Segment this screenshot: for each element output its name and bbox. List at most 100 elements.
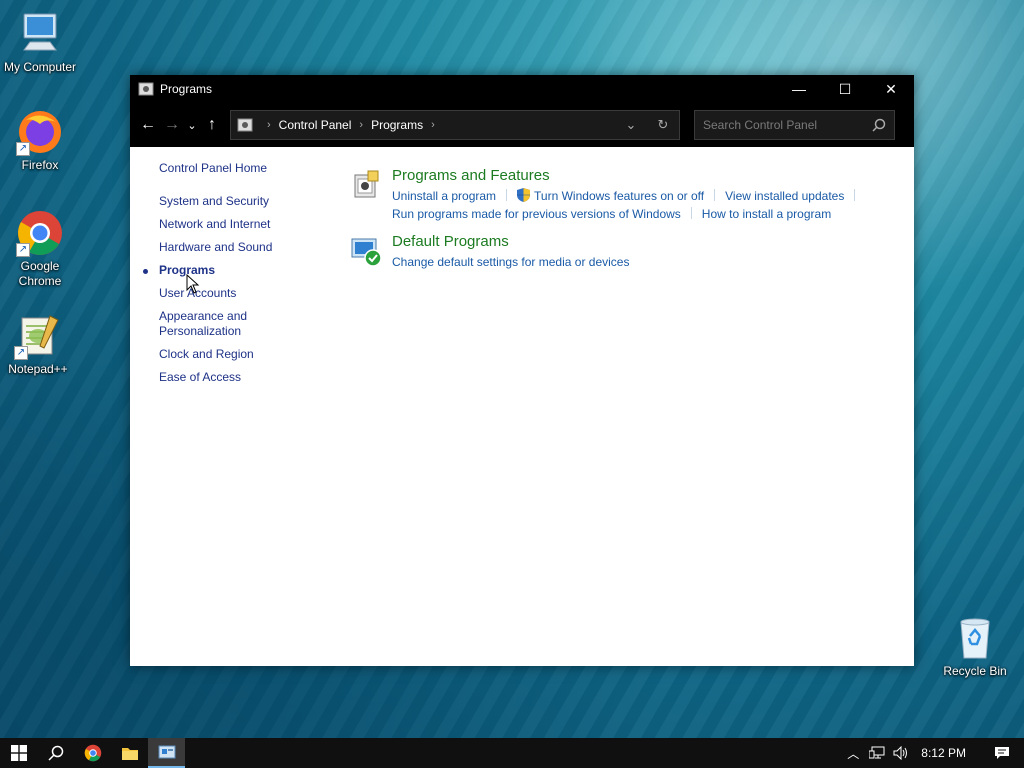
network-icon	[869, 746, 885, 759]
link-divider	[506, 189, 508, 201]
notification-icon	[995, 747, 1009, 759]
desktop-icon-label: Recycle Bin	[943, 664, 1007, 678]
back-button[interactable]: ←	[136, 113, 160, 137]
windows-logo-icon	[10, 745, 27, 761]
section-title[interactable]: Default Programs	[392, 233, 890, 251]
up-arrow-icon: ↑	[208, 116, 216, 133]
section-default-programs: Default Programs Change default settings…	[350, 233, 890, 271]
control-panel-icon	[237, 117, 253, 133]
nav-appearance-and-personalization[interactable]: Appearance and Personalization	[159, 309, 259, 339]
link-view-installed-updates[interactable]: View installed updates	[725, 187, 844, 205]
chrome-icon: ↗	[16, 209, 64, 257]
action-center-button[interactable]	[980, 738, 1024, 768]
computer-icon	[16, 10, 64, 58]
recent-locations-button[interactable]: ⌄	[184, 113, 200, 137]
link-turn-windows-features[interactable]: Turn Windows features on or off	[517, 187, 704, 205]
up-button[interactable]: ↑	[200, 113, 224, 137]
taskbar-clock[interactable]: 8:12 PM	[921, 746, 966, 760]
search-box[interactable]	[694, 110, 895, 140]
desktop-icon-chrome[interactable]: ↗ Google Chrome	[0, 209, 80, 289]
system-tray: ︿ 8:12 PM	[841, 738, 1024, 768]
maximize-icon: ☐	[838, 80, 852, 97]
control-panel-window: Programs — ☐ ✕ ← → ⌄ ↑ › Control Panel ›…	[130, 75, 914, 666]
folder-icon	[121, 748, 138, 760]
nav-system-and-security[interactable]: System and Security	[159, 194, 329, 209]
section-programs-and-features: Programs and Features Uninstall a progra…	[350, 167, 890, 223]
uac-shield-icon	[517, 188, 531, 202]
nav-clock-and-region[interactable]: Clock and Region	[159, 347, 329, 362]
nav-ease-of-access[interactable]: Ease of Access	[159, 370, 329, 385]
link-run-older-programs[interactable]: Run programs made for previous versions …	[392, 205, 681, 223]
nav-hardware-and-sound[interactable]: Hardware and Sound	[159, 240, 329, 255]
current-page-bullet	[143, 269, 148, 274]
desktop-icon-label: Firefox	[21, 158, 59, 172]
shortcut-arrow-icon: ↗	[16, 243, 30, 257]
nav-control-panel-home[interactable]: Control Panel Home	[159, 161, 329, 176]
minimize-icon: —	[792, 81, 806, 97]
taskbar-chrome[interactable]	[74, 738, 111, 768]
content-area: Control Panel Home System and Security N…	[130, 147, 914, 666]
window-title: Programs	[160, 82, 213, 96]
control-panel-icon	[158, 745, 175, 759]
address-bar[interactable]: › Control Panel › Programs › ⌄ ↻	[230, 110, 680, 140]
link-divider	[714, 189, 716, 201]
left-navigation: Control Panel Home System and Security N…	[143, 161, 329, 393]
link-change-default-settings[interactable]: Change default settings for media or dev…	[392, 253, 629, 271]
title-bar[interactable]: Programs — ☐ ✕	[130, 75, 914, 103]
main-panel: Programs and Features Uninstall a progra…	[350, 167, 890, 281]
forward-button[interactable]: →	[160, 113, 184, 137]
chrome-icon	[84, 744, 101, 762]
recycle-bin-icon	[951, 614, 999, 662]
search-icon[interactable]	[872, 118, 886, 132]
breadcrumb-programs[interactable]: Programs	[371, 118, 423, 132]
mouse-cursor-icon	[186, 274, 200, 294]
breadcrumb-control-panel[interactable]: Control Panel	[279, 118, 352, 132]
breadcrumb-separator-icon[interactable]: ›	[267, 119, 271, 131]
taskbar: ︿ 8:12 PM	[0, 738, 1024, 768]
shortcut-arrow-icon: ↗	[16, 142, 30, 156]
link-divider	[854, 189, 856, 201]
desktop-icon-label: Notepad++	[8, 362, 68, 376]
speaker-icon	[893, 746, 908, 760]
address-dropdown-icon[interactable]: ⌄	[615, 117, 647, 133]
volume-button[interactable]	[889, 738, 913, 768]
desktop-icon-label: Google Chrome	[18, 259, 62, 288]
taskbar-search-button[interactable]	[37, 738, 74, 768]
desktop-icon-firefox[interactable]: ↗ Firefox	[0, 108, 80, 173]
taskbar-file-explorer[interactable]	[111, 738, 148, 768]
desktop-icon-my-computer[interactable]: My Computer	[0, 10, 80, 75]
link-uninstall-program[interactable]: Uninstall a program	[392, 187, 496, 205]
nav-network-and-internet[interactable]: Network and Internet	[159, 217, 329, 232]
firefox-icon: ↗	[16, 108, 64, 156]
chevron-up-icon: ︿	[847, 746, 860, 761]
search-icon	[47, 745, 63, 761]
breadcrumb-separator-icon[interactable]: ›	[431, 119, 435, 131]
link-how-to-install[interactable]: How to install a program	[702, 205, 831, 223]
default-programs-icon[interactable]	[350, 235, 382, 267]
breadcrumb-separator-icon[interactable]: ›	[359, 119, 363, 131]
desktop-icon-label: My Computer	[3, 60, 77, 74]
network-button[interactable]	[865, 738, 889, 768]
programs-features-icon[interactable]	[350, 169, 382, 201]
navigation-bar: ← → ⌄ ↑ › Control Panel › Programs › ⌄ ↻	[130, 103, 914, 147]
nav-user-accounts[interactable]: User Accounts	[159, 286, 329, 301]
desktop-icon-notepadpp[interactable]: ↗ Notepad++	[0, 312, 78, 377]
close-button[interactable]: ✕	[868, 75, 914, 103]
section-title[interactable]: Programs and Features	[392, 167, 890, 185]
link-divider	[690, 207, 692, 219]
notepadpp-icon: ↗	[14, 312, 62, 360]
forward-arrow-icon: →	[164, 116, 180, 133]
chevron-down-icon: ⌄	[187, 119, 197, 132]
shortcut-arrow-icon: ↗	[14, 346, 28, 360]
start-button[interactable]	[0, 738, 37, 768]
taskbar-control-panel[interactable]	[148, 738, 185, 768]
nav-programs[interactable]: Programs	[143, 263, 329, 278]
minimize-button[interactable]: —	[776, 75, 822, 103]
maximize-button[interactable]: ☐	[822, 75, 868, 103]
back-arrow-icon: ←	[140, 116, 156, 133]
show-hidden-icons-button[interactable]: ︿	[841, 738, 865, 768]
link-turn-windows-features-label: Turn Windows features on or off	[534, 189, 705, 203]
refresh-icon[interactable]: ↻	[647, 117, 679, 133]
desktop-icon-recycle-bin[interactable]: Recycle Bin	[935, 614, 1015, 679]
search-input[interactable]	[703, 118, 863, 132]
